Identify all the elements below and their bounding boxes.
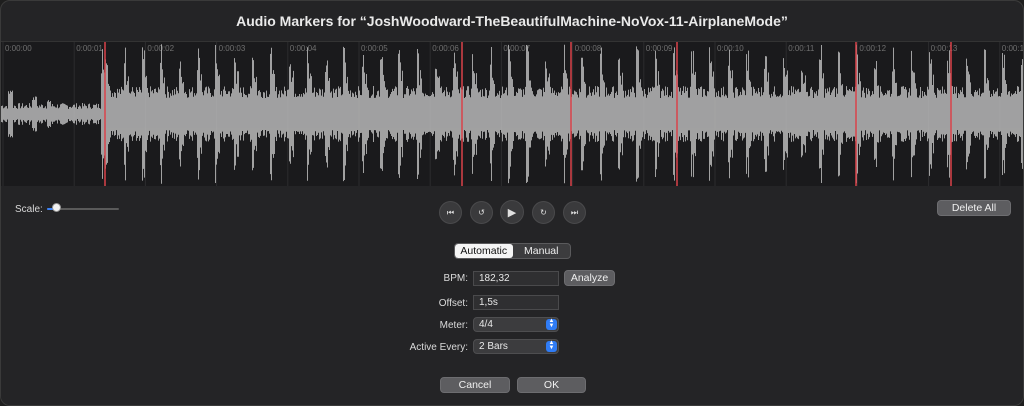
- timeline-tick-label: 0:00:06: [432, 44, 459, 53]
- offset-field[interactable]: 1,5s: [473, 295, 559, 310]
- timeline-tick-label: 0:00:09: [646, 44, 673, 53]
- timeline-tick-label: 0:00:11: [788, 44, 815, 53]
- mode-automatic[interactable]: Automatic: [455, 244, 513, 258]
- bpm-label: BPM:: [443, 273, 468, 284]
- dialog-title: Audio Markers for “JoshWoodward-TheBeaut…: [236, 13, 788, 29]
- timeline-tick-label: 0:00:14: [1002, 44, 1023, 53]
- timeline-tick-label: 0:00:00: [5, 44, 32, 53]
- rewind-to-start-button[interactable]: ⏮: [439, 201, 462, 224]
- ok-button[interactable]: OK: [517, 377, 586, 393]
- active-every-value: 2 Bars: [479, 341, 508, 352]
- timeline-tick-label: 0:00:05: [361, 44, 388, 53]
- active-every-popup[interactable]: 2 Bars ▲ ▼: [473, 339, 559, 354]
- meter-popup[interactable]: 4/4 ▲ ▼: [473, 317, 559, 332]
- play-icon: ▶: [507, 206, 517, 219]
- delete-all-button[interactable]: Delete All: [937, 200, 1011, 216]
- skip-back-icon: ↺: [478, 208, 485, 217]
- chevron-up-down-icon: ▲ ▼: [546, 340, 557, 352]
- timeline-tick-label: 0:00:13: [931, 44, 958, 53]
- scale-slider-knob[interactable]: [52, 203, 61, 212]
- waveform-view[interactable]: 0:00:00 0:00:01 0:00:02 0:00:03 0:00:04 0:00:…: [1, 41, 1023, 187]
- waveform-path: [1, 44, 1023, 184]
- cancel-button[interactable]: Cancel: [440, 377, 510, 393]
- bpm-field[interactable]: 182,32: [473, 271, 559, 286]
- mode-segmented-control[interactable]: Automatic Manual: [454, 243, 571, 259]
- analyze-button[interactable]: Analyze: [564, 270, 615, 286]
- meter-value: 4/4: [479, 319, 493, 330]
- mode-manual[interactable]: Manual: [513, 244, 571, 258]
- offset-label: Offset:: [438, 298, 468, 309]
- timeline-tick-label: 0:00:10: [717, 44, 744, 53]
- play-button[interactable]: ▶: [500, 200, 524, 224]
- waveform-canvas[interactable]: 0:00:00 0:00:01 0:00:02 0:00:03 0:00:04 0:00:…: [1, 42, 1023, 186]
- skip-forward-button[interactable]: ↻: [532, 201, 555, 224]
- timeline-tick-label: 0:00:08: [575, 44, 602, 53]
- active-every-label: Active Every:: [409, 342, 468, 353]
- timeline-tick-label: 0:00:01: [76, 44, 103, 53]
- scale-label: Scale:: [15, 204, 43, 215]
- skip-back-button[interactable]: ↺: [470, 201, 493, 224]
- timeline-tick-label: 0:00:04: [290, 44, 317, 53]
- audio-markers-dialog: Audio Markers for “JoshWoodward-TheBeaut…: [0, 0, 1024, 406]
- fast-forward-to-end-button[interactable]: ⏭: [563, 201, 586, 224]
- rewind-to-start-icon: ⏮: [446, 207, 455, 217]
- skip-forward-icon: ↻: [540, 208, 547, 217]
- fast-forward-to-end-icon: ⏭: [570, 207, 579, 217]
- chevron-up-down-icon: ▲ ▼: [546, 318, 557, 330]
- timeline-tick-label: 0:00:03: [219, 44, 246, 53]
- timeline-tick-label: 0:00:12: [859, 44, 886, 53]
- meter-label: Meter:: [439, 320, 468, 331]
